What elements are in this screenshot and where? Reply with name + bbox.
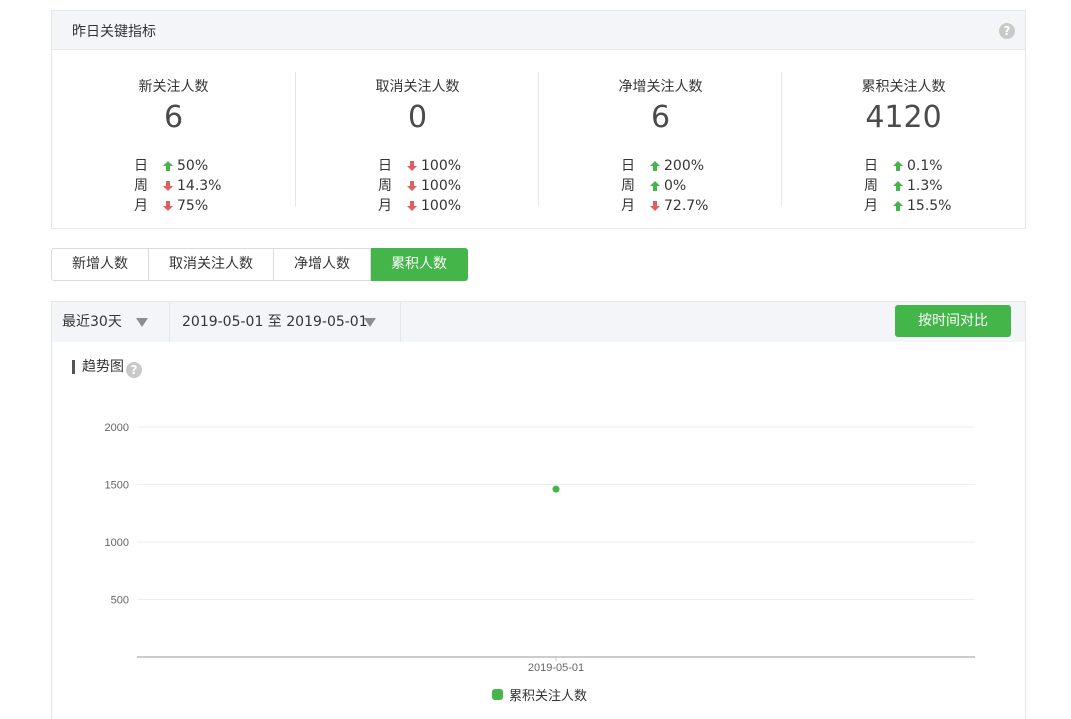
y-tick-label: 2000 (105, 422, 129, 434)
period-label: 日 (134, 158, 148, 174)
key-metrics-title: 昨日关键指标 (72, 24, 156, 40)
kpi-change-month: 月 75% (134, 196, 221, 216)
change-value: 14.3% (177, 178, 222, 194)
change-value: 75% (177, 198, 209, 214)
date-range-picker[interactable]: 2019-05-01 至 2019-05-01 (170, 302, 401, 342)
period-label: 日 (621, 158, 635, 174)
kpi-value: 6 (650, 100, 671, 135)
chart-legend[interactable]: 累积关注人数 (492, 685, 587, 704)
arrow-down-icon (649, 200, 661, 212)
arrow-down-icon (162, 180, 174, 192)
kpi-change-week: 周 1.3% (864, 176, 951, 196)
kpi-new-followers: 新关注人数 6 日 50% 周 14.3% 月 75% (52, 72, 295, 214)
tab-net-growth[interactable]: 净增人数 (274, 248, 371, 281)
period-label: 日 (864, 158, 878, 174)
period-label: 周 (134, 178, 148, 194)
tab-cumulative[interactable]: 累积人数 (371, 248, 468, 281)
kpi-value: 6 (163, 100, 184, 135)
tab-unfollows[interactable]: 取消关注人数 (149, 248, 274, 281)
key-metrics-card: 昨日关键指标 ? 新关注人数 6 日 50% 周 14.3% 月 75% 取消关注人数… (51, 10, 1026, 229)
change-value: 0% (664, 178, 687, 194)
kpi-change-week: 周 14.3% (134, 176, 221, 196)
kpi-changes: 日 100% 周 100% 月 100% (378, 156, 461, 216)
compare-by-time-button[interactable]: 按时间对比 (895, 305, 1011, 337)
kpi-change-week: 周 0% (621, 176, 708, 196)
period-label: 月 (134, 198, 148, 214)
x-tick-label: 2019-05-01 (528, 662, 584, 672)
legend-label: 累积关注人数 (509, 689, 588, 704)
arrow-down-icon (406, 160, 418, 172)
kpi-change-week: 周 100% (378, 176, 461, 196)
kpi-change-month: 月 72.7% (621, 196, 708, 216)
kpi-value: 4120 (865, 100, 942, 135)
trend-title: 趋势图 (72, 360, 124, 374)
kpi-changes: 日 0.1% 周 1.3% 月 15.5% (864, 156, 951, 216)
tab-new-users[interactable]: 新增人数 (51, 248, 149, 281)
filter-bar: 最近30天 2019-05-01 至 2019-05-01 按时间对比 (52, 302, 1025, 342)
period-label: 月 (378, 198, 392, 214)
kpi-change-day: 日 200% (621, 156, 708, 176)
change-value: 72.7% (664, 198, 709, 214)
kpi-total-followers: 累积关注人数 4120 日 0.1% 周 1.3% 月 15.5% (781, 72, 1024, 214)
change-value: 50% (177, 158, 209, 174)
arrow-down-icon (162, 200, 174, 212)
kpi-net-followers: 净增关注人数 6 日 200% 周 0% 月 72.7% (538, 72, 781, 214)
kpi-change-month: 月 15.5% (864, 196, 951, 216)
y-tick-label: 1500 (105, 480, 129, 492)
period-label: 周 (621, 178, 635, 194)
kpi-change-day: 日 50% (134, 156, 221, 176)
kpi-label: 取消关注人数 (375, 79, 460, 95)
kpi-unfollows: 取消关注人数 0 日 100% 周 100% 月 100% (295, 72, 538, 214)
arrow-up-icon (892, 200, 904, 212)
range-dropdown-value: 最近30天 (62, 314, 122, 330)
data-point (552, 485, 560, 493)
arrow-up-icon (892, 160, 904, 172)
range-dropdown[interactable]: 最近30天 (52, 302, 170, 342)
trend-chart: 500 1000 1500 2000 2019-05-01 (105, 422, 975, 672)
kpi-change-day: 日 0.1% (864, 156, 951, 176)
change-value: 200% (664, 158, 705, 174)
help-icon[interactable]: ? (126, 362, 142, 378)
caret-down-icon (364, 318, 376, 327)
kpi-label: 累积关注人数 (861, 79, 946, 95)
arrow-up-icon (649, 180, 661, 192)
date-range-value: 2019-05-01 至 2019-05-01 (182, 314, 368, 330)
period-label: 月 (864, 198, 878, 214)
arrow-down-icon (406, 180, 418, 192)
kpi-change-month: 月 100% (378, 196, 461, 216)
change-value: 1.3% (907, 178, 943, 194)
y-tick-label: 1000 (105, 537, 129, 549)
change-value: 0.1% (907, 158, 943, 174)
arrow-up-icon (649, 160, 661, 172)
y-tick-label: 500 (111, 595, 129, 607)
change-value: 15.5% (907, 198, 952, 214)
kpi-changes: 日 200% 周 0% 月 72.7% (621, 156, 708, 216)
trend-panel: 最近30天 2019-05-01 至 2019-05-01 按时间对比 趋势图 … (51, 301, 1026, 719)
period-label: 周 (864, 178, 878, 194)
change-value: 100% (421, 158, 462, 174)
kpi-value: 0 (407, 100, 428, 135)
period-label: 周 (378, 178, 392, 194)
metric-tabs: 新增人数 取消关注人数 净增人数 累积人数 (51, 248, 468, 281)
kpi-label: 净增关注人数 (618, 79, 703, 95)
caret-down-icon (136, 318, 148, 327)
kpi-label: 新关注人数 (138, 79, 209, 95)
arrow-up-icon (892, 180, 904, 192)
arrow-down-icon (406, 200, 418, 212)
key-metrics-header: 昨日关键指标 ? (52, 11, 1025, 50)
help-icon[interactable]: ? (999, 23, 1015, 39)
legend-swatch (492, 689, 503, 700)
period-label: 日 (378, 158, 392, 174)
arrow-up-icon (162, 160, 174, 172)
period-label: 月 (621, 198, 635, 214)
key-metrics-row: 新关注人数 6 日 50% 周 14.3% 月 75% 取消关注人数 0 日 100% … (52, 72, 1025, 214)
kpi-change-day: 日 100% (378, 156, 461, 176)
kpi-changes: 日 50% 周 14.3% 月 75% (134, 156, 221, 216)
change-value: 100% (421, 178, 462, 194)
change-value: 100% (421, 198, 462, 214)
